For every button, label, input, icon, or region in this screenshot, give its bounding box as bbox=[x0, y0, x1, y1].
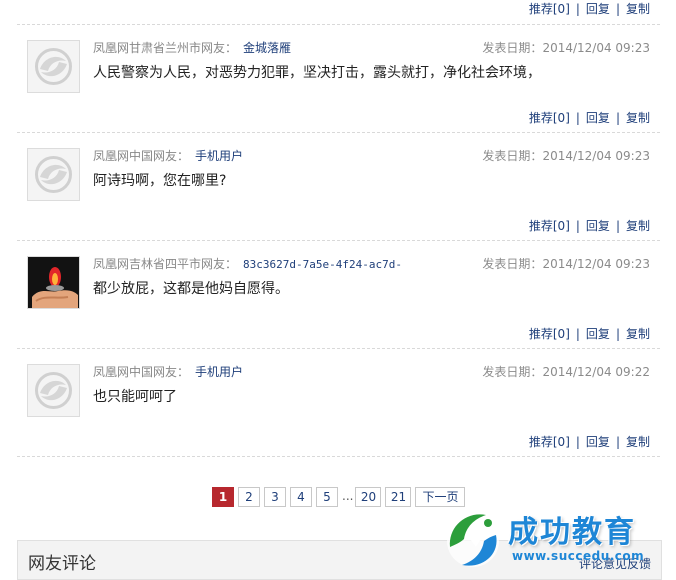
comment-meta: 凤凰网吉林省四平市网友： 83c3627d-7a5e-4f24-ac7d- bbox=[93, 255, 402, 272]
brand-logo-icon bbox=[447, 514, 499, 567]
phoenix-icon bbox=[27, 40, 80, 93]
section-title: 网友评论 bbox=[28, 554, 96, 574]
comment-actions: 推荐[0] | 回复 | 复制 bbox=[528, 111, 650, 125]
recommend-button[interactable]: 推荐[0] bbox=[529, 111, 570, 125]
user-name-link[interactable]: 83c3627d-7a5e-4f24-ac7d- bbox=[243, 258, 402, 271]
page-2[interactable]: 2 bbox=[238, 487, 260, 507]
recommend-button[interactable]: 推荐[0] bbox=[529, 219, 570, 233]
copy-button[interactable]: 复制 bbox=[626, 111, 650, 125]
brand-name: 成功教育 bbox=[508, 515, 636, 550]
comment-item: 凤凰网甘肃省兰州市网友： 金城落雁 发表日期：2014/12/04 09:23 人… bbox=[17, 24, 660, 134]
comment-text: 阿诗玛啊，您在哪里? bbox=[93, 173, 227, 189]
comment-text: 人民警察为人民，对恶势力犯罪，坚决打击，露头就打，净化社会环境， bbox=[93, 65, 541, 81]
user-location: 凤凰网中国网友： bbox=[93, 365, 190, 379]
user-name-link[interactable]: 金城落雁 bbox=[243, 41, 291, 55]
page-ellipsis: ... bbox=[342, 487, 354, 505]
user-location: 凤凰网吉林省四平市网友： bbox=[93, 257, 238, 271]
phoenix-icon bbox=[27, 364, 80, 417]
user-name-link[interactable]: 手机用户 bbox=[195, 149, 243, 163]
comment-date: 发表日期：2014/12/04 09:22 bbox=[482, 365, 650, 379]
brand-url: www.succedu.com bbox=[512, 549, 645, 563]
reply-button[interactable]: 回复 bbox=[586, 219, 610, 233]
user-location: 凤凰网甘肃省兰州市网友： bbox=[93, 41, 238, 55]
comment-text: 都少放屁，这都是他妈自愿得。 bbox=[93, 281, 289, 297]
phoenix-icon bbox=[27, 148, 80, 201]
next-page-button[interactable]: 下一页 bbox=[415, 487, 466, 507]
comment-date: 发表日期：2014/12/04 09:23 bbox=[482, 41, 650, 55]
photo-avatar bbox=[27, 256, 80, 309]
pagination: 1 2 3 4 5... 20 21 下一页 bbox=[212, 487, 469, 507]
reply-button[interactable]: 回复 bbox=[586, 111, 610, 125]
page-20[interactable]: 20 bbox=[355, 487, 382, 507]
comment-meta: 凤凰网中国网友： 手机用户 bbox=[93, 147, 243, 164]
comment-date: 发表日期：2014/12/04 09:23 bbox=[482, 257, 650, 271]
reply-button[interactable]: 回复 bbox=[586, 2, 610, 16]
comment-date: 发表日期：2014/12/04 09:23 bbox=[482, 149, 650, 163]
page-3[interactable]: 3 bbox=[264, 487, 286, 507]
recommend-button[interactable]: 推荐[0] bbox=[529, 327, 570, 341]
page-21[interactable]: 21 bbox=[385, 487, 412, 507]
comment-item: 凤凰网吉林省四平市网友： 83c3627d-7a5e-4f24-ac7d- 发表日… bbox=[17, 240, 660, 350]
recommend-button[interactable]: 推荐[0] bbox=[529, 2, 570, 16]
comment-item: 凤凰网中国网友： 手机用户 发表日期：2014/12/04 09:22 也只能呵呵… bbox=[17, 348, 660, 458]
comment-item: 凤凰网中国网友： 手机用户 发表日期：2014/12/04 09:23 阿诗玛啊，… bbox=[17, 132, 660, 242]
top-comment-actions: 推荐[0] | 回复 | 复制 bbox=[528, 2, 650, 16]
user-name-link[interactable]: 手机用户 bbox=[195, 365, 243, 379]
comment-divider bbox=[17, 456, 660, 457]
copy-button[interactable]: 复制 bbox=[626, 327, 650, 341]
comment-actions: 推荐[0] | 回复 | 复制 bbox=[528, 435, 650, 449]
page-5[interactable]: 5 bbox=[316, 487, 338, 507]
page-1-current[interactable]: 1 bbox=[212, 487, 234, 507]
copy-button[interactable]: 复制 bbox=[626, 435, 650, 449]
recommend-button[interactable]: 推荐[0] bbox=[529, 435, 570, 449]
comment-actions: 推荐[0] | 回复 | 复制 bbox=[528, 219, 650, 233]
reply-button[interactable]: 回复 bbox=[586, 435, 610, 449]
reply-button[interactable]: 回复 bbox=[586, 327, 610, 341]
user-location: 凤凰网中国网友： bbox=[93, 149, 190, 163]
copy-button[interactable]: 复制 bbox=[626, 2, 650, 16]
brand-watermark: 成功教育 www.succedu.com bbox=[440, 505, 660, 575]
copy-button[interactable]: 复制 bbox=[626, 219, 650, 233]
comment-actions: 推荐[0] | 回复 | 复制 bbox=[528, 327, 650, 341]
comment-text: 也只能呵呵了 bbox=[93, 389, 177, 405]
comment-meta: 凤凰网甘肃省兰州市网友： 金城落雁 bbox=[93, 39, 291, 56]
comment-meta: 凤凰网中国网友： 手机用户 bbox=[93, 363, 243, 380]
page-4[interactable]: 4 bbox=[290, 487, 312, 507]
